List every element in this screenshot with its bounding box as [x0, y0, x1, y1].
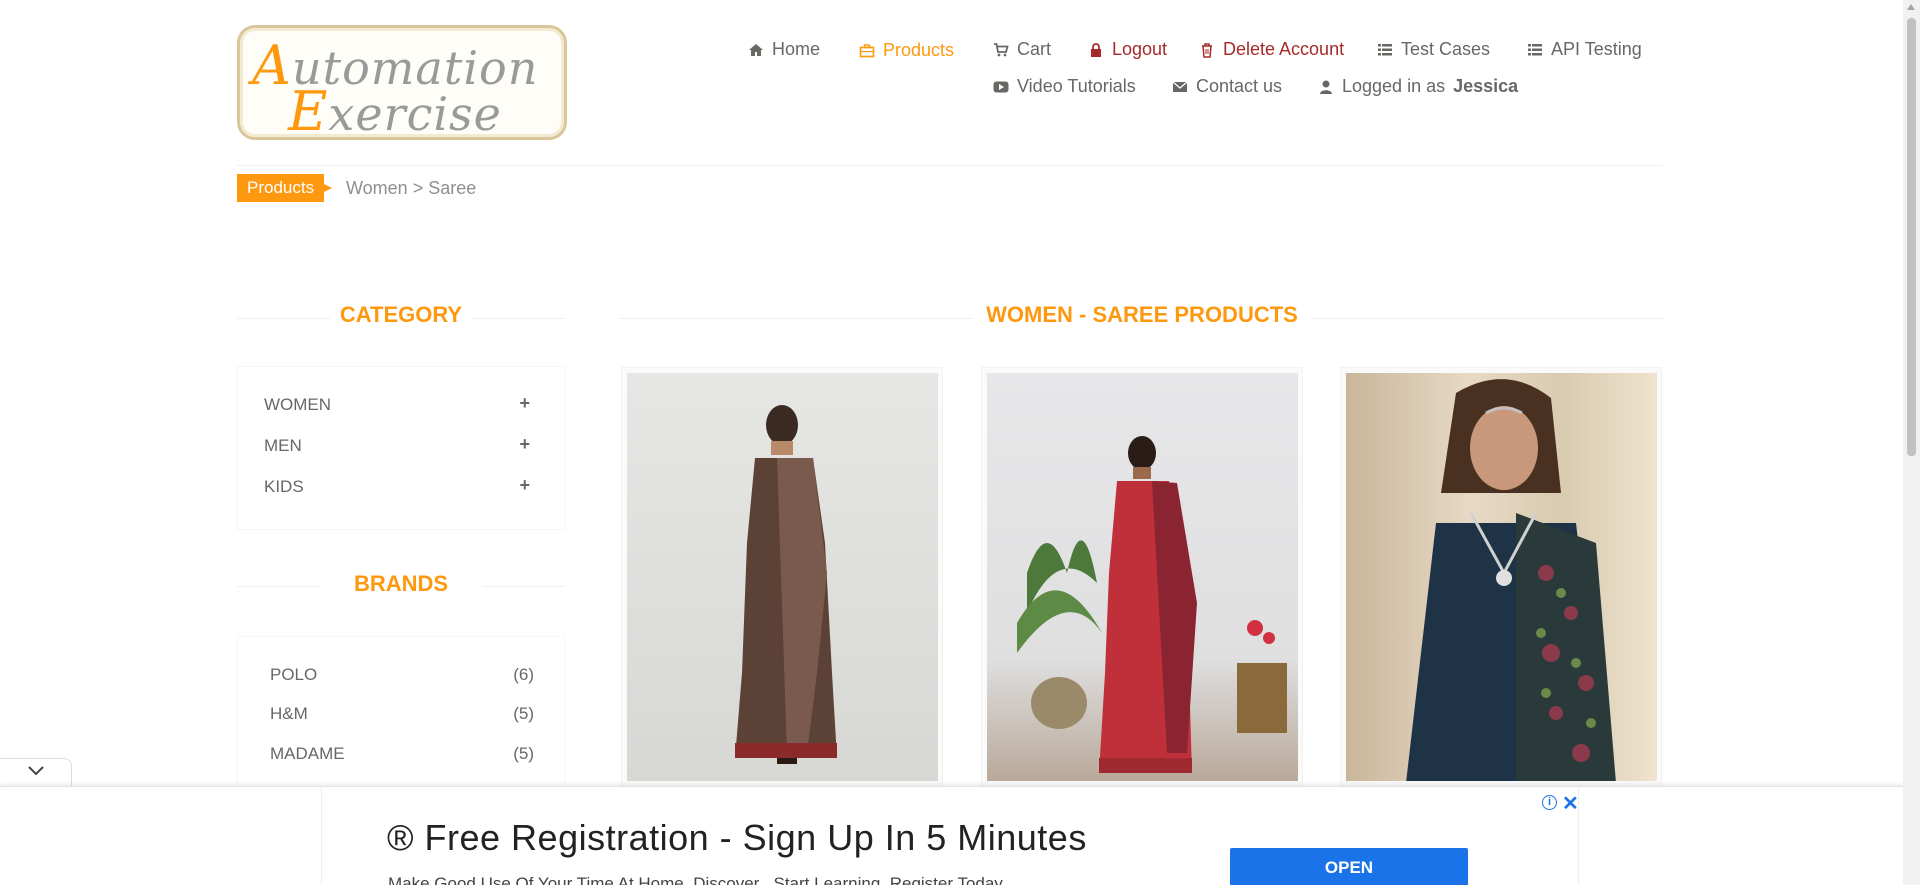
- ad-banner: ® Free Registration - Sign Up In 5 Minut…: [0, 786, 1905, 885]
- lock-icon: [1088, 42, 1104, 58]
- brand-hm[interactable]: H&M (5): [270, 704, 534, 724]
- nav-contact-us-label: Contact us: [1196, 76, 1283, 96]
- plus-icon[interactable]: +: [519, 475, 530, 496]
- nav-cart-label: Cart: [1017, 39, 1052, 59]
- plus-icon[interactable]: +: [519, 393, 530, 414]
- nav-contact-us[interactable]: Contact us: [1172, 76, 1282, 97]
- category-kids[interactable]: KIDS: [264, 477, 304, 497]
- nav-api-testing-label: API Testing: [1551, 39, 1642, 59]
- ad-open-button[interactable]: OPEN: [1230, 848, 1468, 885]
- brand-madame[interactable]: MADAME (5): [270, 744, 534, 764]
- category-panel: WOMEN + MEN + KIDS +: [237, 366, 565, 530]
- nav-video-tutorials-label: Video Tutorials: [1017, 76, 1136, 96]
- nav-logout[interactable]: Logout: [1088, 39, 1167, 60]
- header-divider: [237, 165, 1663, 166]
- brand-count: (6): [513, 665, 534, 684]
- ad-headline[interactable]: ® Free Registration - Sign Up In 5 Minut…: [387, 817, 1087, 859]
- product-card: [1340, 367, 1662, 787]
- nav-products[interactable]: Products: [859, 40, 954, 61]
- breadcrumb-path: Women > Saree: [346, 178, 477, 198]
- scroll-up-arrow-icon[interactable]: [1907, 4, 1915, 10]
- ad-collapse-toggle[interactable]: [0, 758, 72, 786]
- brand-polo[interactable]: POLO (6): [270, 665, 534, 685]
- category-women[interactable]: WOMEN: [264, 395, 331, 415]
- ad-subtext: Make Good Use Of Your Time At Home. Disc…: [388, 874, 1003, 885]
- nav-delete-account-label: Delete Account: [1223, 39, 1345, 59]
- youtube-play-icon: [993, 79, 1009, 95]
- product-card: [981, 367, 1303, 787]
- category-title: CATEGORY: [330, 302, 472, 328]
- nav-logout-label: Logout: [1112, 39, 1168, 59]
- brand-name: MADAME: [270, 744, 345, 763]
- brands-panel: POLO (6) H&M (5) MADAME (5): [237, 636, 565, 796]
- nav-test-cases-label: Test Cases: [1401, 39, 1491, 59]
- trash-icon: [1199, 42, 1215, 58]
- user-icon: [1318, 79, 1334, 95]
- product-image[interactable]: [1346, 373, 1657, 781]
- page-scrollbar[interactable]: [1903, 0, 1920, 885]
- logged-in-user: Logged in as Jessica: [1318, 76, 1518, 97]
- ad-close-icon[interactable]: ✕: [1562, 791, 1579, 816]
- brand-name: POLO: [270, 665, 318, 684]
- nav-cart[interactable]: Cart: [993, 39, 1051, 60]
- scroll-thumb[interactable]: [1907, 18, 1916, 456]
- home-icon: [748, 42, 764, 58]
- cart-icon: [993, 42, 1009, 58]
- category-men[interactable]: MEN: [264, 436, 302, 456]
- nav-api-testing[interactable]: API Testing: [1527, 39, 1642, 60]
- logo-line-2: Exercise: [288, 80, 502, 143]
- brand-count: (5): [513, 704, 534, 723]
- breadcrumb-tag: Products: [237, 174, 333, 202]
- chevron-down-icon: [27, 764, 45, 782]
- nav-home[interactable]: Home: [748, 39, 820, 60]
- nav-products-label: Products: [883, 40, 955, 60]
- site-logo[interactable]: Automation Exercise: [237, 25, 567, 143]
- ad-content[interactable]: ® Free Registration - Sign Up In 5 Minut…: [321, 787, 1579, 885]
- brand-count: (5): [513, 744, 534, 763]
- username: Jessica: [1453, 76, 1519, 96]
- brands-title: BRANDS: [320, 571, 482, 597]
- envelope-icon: [1172, 79, 1188, 95]
- nav-home-label: Home: [772, 39, 821, 59]
- product-image[interactable]: [987, 373, 1298, 781]
- list-icon: [1527, 42, 1543, 58]
- main-nav: Home Products Cart Logout Delete Account…: [740, 0, 1920, 110]
- nav-test-cases[interactable]: Test Cases: [1377, 39, 1490, 60]
- briefcase-icon: [859, 43, 875, 59]
- product-card: [621, 367, 943, 787]
- list-icon: [1377, 42, 1393, 58]
- nav-video-tutorials[interactable]: Video Tutorials: [993, 76, 1136, 97]
- nav-delete-account[interactable]: Delete Account: [1199, 39, 1344, 60]
- brand-name: H&M: [270, 704, 308, 723]
- logged-in-label: Logged in as: [1342, 76, 1446, 96]
- ad-info-icon[interactable]: i: [1542, 795, 1557, 810]
- product-image[interactable]: [627, 373, 938, 781]
- products-title: WOMEN - SAREE PRODUCTS: [972, 302, 1312, 328]
- plus-icon[interactable]: +: [519, 434, 530, 455]
